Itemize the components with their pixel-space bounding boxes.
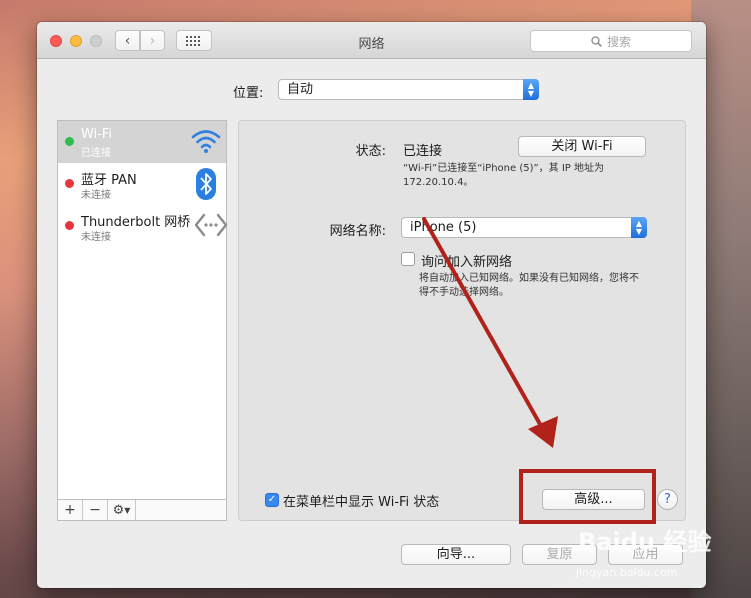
service-detail-panel: 状态: 已连接 关闭 Wi-Fi “Wi-Fi”已连接至“iPhone (5)”… xyxy=(238,120,686,521)
status-dot xyxy=(65,179,74,188)
service-item-wifi[interactable]: Wi-Fi 已连接 xyxy=(58,121,226,163)
gear-icon: ⚙ xyxy=(112,502,125,518)
add-service-button[interactable]: + xyxy=(58,500,83,520)
status-description-line1: “Wi-Fi”已连接至“iPhone (5)”，其 IP 地址为 xyxy=(403,163,605,174)
wifi-icon xyxy=(191,130,221,153)
service-status: 未连接 xyxy=(81,190,111,201)
service-toolbar: + − ⚙ ▼ xyxy=(57,499,227,521)
show-menubar-label: 在菜单栏中显示 Wi-Fi 状态 xyxy=(283,495,440,510)
service-status: 未连接 xyxy=(81,232,111,243)
status-dot xyxy=(65,221,74,230)
chevron-down-icon: ▼ xyxy=(124,505,131,515)
ask-join-label: 询问加入新网络 xyxy=(421,255,513,270)
ask-join-description-line1: 将自动加入已知网络。如果没有已知网络，您将不 xyxy=(419,273,639,284)
turn-off-wifi-button[interactable]: 关闭 Wi-Fi xyxy=(518,136,646,157)
service-status: 已连接 xyxy=(81,148,111,159)
assistant-button[interactable]: 向导... xyxy=(401,544,511,565)
status-dot xyxy=(65,137,74,146)
status-value: 已连接 xyxy=(403,144,443,159)
network-name-select[interactable]: iPhone (5) ▲ ▼ xyxy=(401,217,647,238)
service-list: Wi-Fi 已连接 蓝牙 PAN 未连接 Thunderbolt 网桥 未连接 xyxy=(57,120,228,521)
service-item-thunderbolt-bridge[interactable]: Thunderbolt 网桥 未连接 xyxy=(58,205,228,247)
search-field[interactable]: 搜索 xyxy=(530,30,692,52)
remove-service-button[interactable]: − xyxy=(83,500,108,520)
updown-arrows-icon: ▲ ▼ xyxy=(631,217,647,238)
titlebar: ‹ › 网络 搜索 xyxy=(37,22,706,59)
checkmark-icon: ✓ xyxy=(267,494,277,505)
updown-arrows-icon: ▲ ▼ xyxy=(523,79,539,100)
status-description-line2: 172.20.10.4。 xyxy=(403,177,474,188)
search-icon xyxy=(591,35,602,47)
status-label: 状态: xyxy=(355,144,386,159)
annotation-highlight-box xyxy=(519,469,656,524)
ask-join-description-line2: 得不手动选择网络。 xyxy=(419,287,509,298)
network-name-label: 网络名称: xyxy=(329,224,386,239)
show-menubar-checkbox[interactable]: ✓ xyxy=(265,493,279,507)
location-label: 位置: xyxy=(233,86,264,101)
search-placeholder: 搜索 xyxy=(606,34,631,49)
ask-join-checkbox[interactable] xyxy=(401,252,415,266)
service-item-bluetooth-pan[interactable]: 蓝牙 PAN 未连接 xyxy=(58,163,226,205)
network-name-value: iPhone (5) xyxy=(410,220,477,235)
bluetooth-icon xyxy=(196,168,216,200)
minus-icon: − xyxy=(89,502,101,518)
location-select[interactable]: 自动 ▲ ▼ xyxy=(278,79,539,100)
watermark-logo: Baidu 经验 xyxy=(578,528,712,556)
thunderbolt-bridge-icon xyxy=(194,213,228,237)
plus-icon: + xyxy=(64,502,76,518)
help-button[interactable]: ? xyxy=(657,489,678,510)
service-actions-button[interactable]: ⚙ ▼ xyxy=(108,500,136,520)
location-value: 自动 xyxy=(287,82,314,97)
service-name: Wi-Fi xyxy=(81,127,113,142)
watermark-url: jingyan.baidu.com xyxy=(576,566,678,579)
